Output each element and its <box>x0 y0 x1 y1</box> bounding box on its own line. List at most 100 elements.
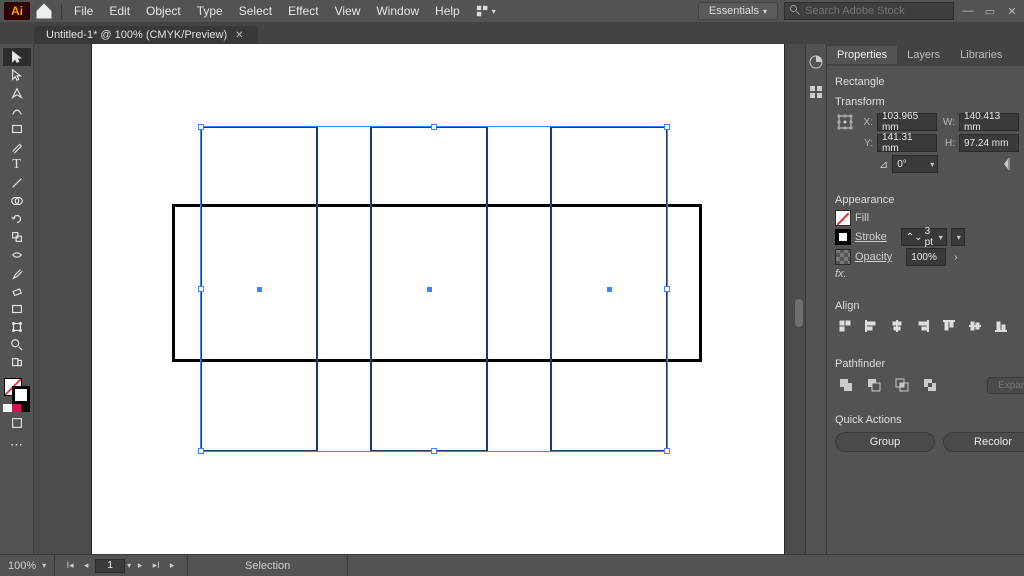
align-left-icon[interactable] <box>861 316 881 336</box>
align-vcenter-icon[interactable] <box>965 316 985 336</box>
search-adobe-stock[interactable] <box>784 2 954 20</box>
align-more-options[interactable]: ••• <box>835 340 1024 352</box>
align-bottom-icon[interactable] <box>991 316 1011 336</box>
artboard[interactable] <box>92 44 784 554</box>
artboard-tool[interactable] <box>3 354 31 372</box>
rotate-tool[interactable] <box>3 210 31 228</box>
flip-horizontal-icon[interactable] <box>999 154 1019 174</box>
artboard-nav-menu-icon[interactable]: ▸ <box>165 559 179 573</box>
selection-tool[interactable] <box>3 48 31 66</box>
edit-toolbar-icon[interactable]: ⋯ <box>3 436 31 454</box>
align-top-icon[interactable] <box>939 316 959 336</box>
fill-stroke-swatch[interactable] <box>4 378 30 404</box>
paintbrush-tool[interactable] <box>3 138 31 156</box>
last-artboard-icon[interactable]: ▸I <box>149 559 163 573</box>
tab-layers[interactable]: Layers <box>897 46 950 64</box>
type-tool[interactable]: T <box>3 156 31 174</box>
vertical-scrollbar[interactable] <box>793 44 805 554</box>
align-to-icon[interactable] <box>835 316 855 336</box>
menu-view[interactable]: View <box>327 2 369 20</box>
first-artboard-icon[interactable]: I◂ <box>63 559 77 573</box>
workspace-switcher[interactable]: Essentials ▾ <box>698 2 778 20</box>
align-hcenter-icon[interactable] <box>887 316 907 336</box>
field-rotate[interactable]: 0° <box>892 155 938 173</box>
section-pathfinder-title: Pathfinder <box>835 358 1024 370</box>
pen-tool[interactable] <box>3 84 31 102</box>
document-tab-title: Untitled-1* @ 100% (CMYK/Preview) <box>46 29 227 41</box>
stroke-profile-dropdown[interactable] <box>951 228 965 246</box>
chevron-down-icon: ▾ <box>763 7 767 16</box>
eyedropper-tool[interactable] <box>3 264 31 282</box>
direct-selection-tool[interactable] <box>3 66 31 84</box>
home-icon[interactable] <box>34 1 54 21</box>
menu-file[interactable]: File <box>66 2 101 20</box>
window-close-icon[interactable]: ✕ <box>1004 5 1020 17</box>
tab-libraries[interactable]: Libraries <box>950 46 1012 64</box>
field-opacity[interactable]: 100% <box>906 248 946 266</box>
prev-artboard-icon[interactable]: ◂ <box>79 559 93 573</box>
width-tool[interactable] <box>3 246 31 264</box>
gradient-tool[interactable] <box>3 300 31 318</box>
align-right-icon[interactable] <box>913 316 933 336</box>
align-buttons-row <box>835 316 1024 336</box>
menu-edit[interactable]: Edit <box>101 2 138 20</box>
artboard-number-field[interactable]: 1 <box>95 559 125 573</box>
close-tab-icon[interactable]: ✕ <box>235 30 243 41</box>
menu-type[interactable]: Type <box>189 2 231 20</box>
next-artboard-icon[interactable]: ▸ <box>133 559 147 573</box>
transform-more-options[interactable]: ••• <box>835 176 1024 188</box>
pathfinder-intersect-icon[interactable] <box>891 374 913 396</box>
document-canvas[interactable] <box>34 44 805 554</box>
application-menu-bar: Ai File Edit Object Type Select Effect V… <box>0 0 1024 22</box>
menu-object[interactable]: Object <box>138 2 189 20</box>
fx-icon[interactable]: fx. <box>835 268 847 280</box>
quick-action-recolor-button[interactable]: Recolor <box>943 432 1024 452</box>
stroke-swatch[interactable] <box>12 386 30 404</box>
curvature-tool[interactable] <box>3 102 31 120</box>
menu-effect[interactable]: Effect <box>280 2 326 20</box>
zoom-level-field[interactable]: 100%▾ <box>0 555 55 576</box>
label-stroke: Stroke <box>855 231 887 243</box>
zoom-tool[interactable] <box>3 336 31 354</box>
menu-window[interactable]: Window <box>368 2 427 20</box>
swatches-panel-icon[interactable] <box>806 82 826 102</box>
scale-tool[interactable] <box>3 228 31 246</box>
document-tab[interactable]: Untitled-1* @ 100% (CMYK/Preview) ✕ <box>34 26 258 44</box>
shape-builder-tool[interactable] <box>3 192 31 210</box>
pathfinder-unite-icon[interactable] <box>835 374 857 396</box>
rectangle-tool[interactable] <box>3 120 31 138</box>
search-input[interactable] <box>805 5 949 17</box>
collapsed-panel-dock <box>805 44 826 554</box>
app-logo: Ai <box>4 2 30 20</box>
menu-help[interactable]: Help <box>427 2 468 20</box>
field-x[interactable]: 103.965 mm <box>877 113 937 131</box>
field-stroke-weight[interactable]: ⌃⌄3 pt <box>901 228 947 246</box>
pathfinder-more-options[interactable]: ••• <box>835 396 1024 408</box>
stroke-color-chip[interactable] <box>835 229 851 245</box>
color-mode-swatches[interactable] <box>3 404 31 414</box>
opacity-chip[interactable] <box>835 249 851 265</box>
quick-action-group-button[interactable]: Group <box>835 432 935 452</box>
field-y[interactable]: 141.31 mm <box>877 134 937 152</box>
pathfinder-minus-front-icon[interactable] <box>863 374 885 396</box>
field-h[interactable]: 97.24 mm <box>959 134 1019 152</box>
current-tool-status: Selection <box>188 555 348 576</box>
fill-color-chip[interactable] <box>835 210 851 226</box>
opacity-more-icon[interactable]: › <box>954 252 957 263</box>
free-transform-tool[interactable] <box>3 318 31 336</box>
color-panel-icon[interactable] <box>806 52 826 72</box>
field-w[interactable]: 140.413 mm <box>959 113 1019 131</box>
eraser-tool[interactable] <box>3 282 31 300</box>
line-segment-tool[interactable] <box>3 174 31 192</box>
menu-select[interactable]: Select <box>231 2 280 20</box>
window-restore-icon[interactable]: ▭ <box>982 5 998 17</box>
tab-properties[interactable]: Properties <box>827 46 897 64</box>
document-tab-bar: Untitled-1* @ 100% (CMYK/Preview) ✕ <box>0 22 1024 44</box>
window-minimize-icon[interactable]: — <box>960 5 976 17</box>
reference-point-icon[interactable] <box>835 112 855 132</box>
arrange-documents-icon[interactable]: ▾ <box>476 1 496 21</box>
draw-mode-icon[interactable] <box>3 414 31 432</box>
appearance-more-options[interactable]: ••• <box>835 282 1024 294</box>
artboard-navigator[interactable]: I◂ ◂ 1 ▾ ▸ ▸I ▸ <box>55 555 188 576</box>
pathfinder-exclude-icon[interactable] <box>919 374 941 396</box>
